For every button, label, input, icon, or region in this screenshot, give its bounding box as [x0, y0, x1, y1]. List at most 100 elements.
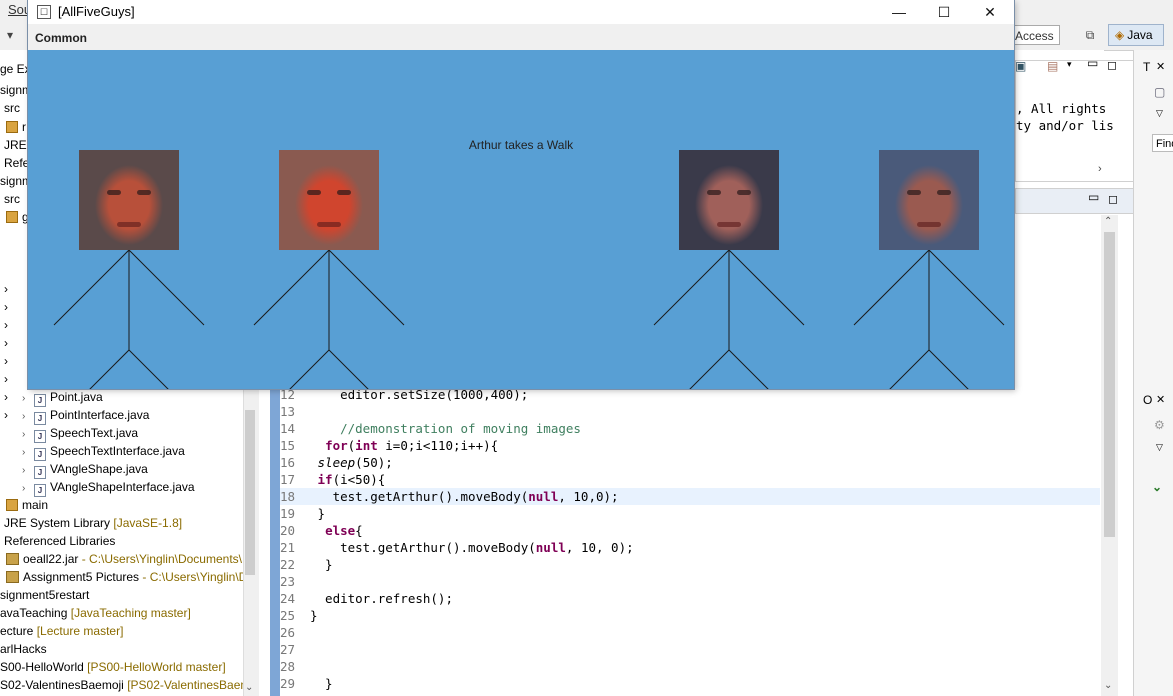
tree-item[interactable]: g	[4, 208, 29, 226]
code-line[interactable]: 28	[280, 658, 310, 675]
chevron-right-icon[interactable]: ›	[4, 352, 8, 370]
chevron-down-icon[interactable]: ▾	[1067, 59, 1072, 70]
close-icon[interactable]: ✕	[1156, 60, 1165, 73]
tree-item[interactable]: › J SpeechText.java	[22, 424, 138, 443]
code-line[interactable]: 29 }	[280, 675, 333, 692]
tree-item[interactable]: oeall22.jar - C:\Users\Yinglin\Documents…	[4, 550, 242, 568]
tree-item[interactable]: r	[4, 118, 26, 136]
stick-right-leg	[128, 349, 169, 389]
scroll-down-icon[interactable]: ⌄	[1104, 680, 1112, 691]
line-number: 19	[280, 506, 296, 521]
package-icon	[6, 499, 18, 511]
line-number: 25	[280, 608, 296, 623]
scroll-down-icon[interactable]: ⌄	[245, 682, 253, 693]
outline-icon[interactable]: ⚙	[1154, 418, 1165, 432]
tree-item[interactable]: S02-ValentinesBaemoji [PS02-ValentinesBa…	[0, 676, 250, 694]
quick-access-field[interactable]: Access	[1010, 25, 1060, 45]
code-line[interactable]: 17 if(i<50){	[280, 471, 385, 488]
open-perspective-icon[interactable]: ⧉	[1080, 24, 1100, 46]
minimize-view-icon[interactable]: ▭	[1088, 190, 1099, 204]
scroll-up-icon[interactable]: ⌃	[1104, 216, 1112, 227]
tree-item[interactable]: src	[4, 99, 20, 117]
chevron-right-icon[interactable]: ›	[4, 298, 8, 316]
chevron-right-icon[interactable]: ›	[4, 280, 8, 298]
chevron-right-icon[interactable]: ›	[4, 388, 8, 406]
code-line[interactable]: 18 test.getArthur().moveBody(null, 10,0)…	[280, 488, 1100, 505]
tree-item[interactable]: › J SpeechTextInterface.java	[22, 442, 185, 461]
line-number: 22	[280, 557, 296, 572]
code-line[interactable]: 19 }	[280, 505, 325, 522]
close-icon[interactable]: ✕	[1156, 393, 1165, 406]
stick-left-leg	[289, 349, 330, 389]
code-line[interactable]: 27	[280, 641, 310, 658]
tree-item[interactable]: › J Point.java	[22, 388, 103, 407]
chevron-right-icon[interactable]: ›	[4, 406, 8, 424]
view-menu-icon[interactable]: ▣	[1015, 59, 1026, 73]
close-button[interactable]: ✕	[967, 0, 1013, 24]
tree-item[interactable]: JRE System Library [JavaSE-1.8]	[4, 514, 182, 532]
code-line[interactable]: 24 editor.refresh();	[280, 590, 453, 607]
chevron-right-icon[interactable]: ›	[4, 370, 8, 388]
minimize-button[interactable]: —	[876, 0, 922, 24]
new-icon[interactable]: ▤	[1047, 59, 1058, 73]
tree-item[interactable]: › J PointInterface.java	[22, 406, 149, 425]
code-line[interactable]: 16 sleep(50);	[280, 454, 393, 471]
tree-item-label: VAngleShape.java	[50, 462, 148, 476]
code-line[interactable]: 20 else{	[280, 522, 363, 539]
tree-item-label: S00-HelloWorld	[0, 660, 84, 674]
minimize-view-icon[interactable]: ▭	[1087, 56, 1098, 70]
task-icon[interactable]: ▢	[1154, 85, 1165, 99]
chevron-right-icon[interactable]: ›	[4, 316, 8, 334]
copyright-line-2: ty and/or lis	[1016, 118, 1114, 133]
tree-item[interactable]: main	[4, 496, 48, 514]
find-field[interactable]: Find	[1152, 134, 1173, 152]
tab-o[interactable]: O	[1143, 393, 1152, 407]
code-line[interactable]: 21 test.getArthur().moveBody(null, 10, 0…	[280, 539, 634, 556]
dropdown-arrow-icon[interactable]: ▾	[0, 24, 20, 46]
tree-item[interactable]: S00-HelloWorld [PS00-HelloWorld master]	[0, 658, 226, 676]
stick-right-leg	[928, 349, 969, 389]
tree-item[interactable]: ecture [Lecture master]	[0, 622, 123, 640]
tree-item[interactable]: arlHacks	[0, 640, 47, 658]
tree-item[interactable]: Assignment5 Pictures - C:\Users\Yinglin\…	[4, 568, 247, 586]
tree-item[interactable]: Refe	[4, 154, 29, 172]
jar-icon	[6, 553, 19, 565]
java-perspective-icon: ◈	[1115, 28, 1125, 42]
maximize-view-icon[interactable]: ◻	[1107, 58, 1117, 72]
stick-left-arm	[653, 249, 730, 326]
code-text: editor.refresh();	[310, 591, 453, 606]
maximize-button[interactable]: ☐	[921, 0, 967, 24]
code-line[interactable]: 22 }	[280, 556, 333, 573]
scroll-right-icon[interactable]: ›	[1098, 163, 1102, 175]
chevron-down-icon[interactable]: ⌄	[1152, 480, 1162, 494]
upper-right-view: , All rights ty and/or lis ›	[1015, 60, 1135, 182]
code-line[interactable]: 15 for(int i=0;i<110;i++){	[280, 437, 498, 454]
code-line[interactable]: 25}	[280, 607, 318, 624]
code-line[interactable]: 13	[280, 403, 310, 420]
tree-item[interactable]: › J VAngleShape.java	[22, 460, 148, 479]
code-text: }	[310, 506, 326, 521]
explorer-scroll-thumb[interactable]	[245, 410, 255, 575]
tree-item[interactable]: › J VAngleShapeInterface.java	[22, 478, 195, 497]
line-number: 13	[280, 404, 296, 419]
stick-right-arm	[128, 249, 205, 326]
menu-common[interactable]: Common	[35, 31, 87, 45]
editor-scroll-thumb[interactable]	[1104, 232, 1115, 537]
java-perspective-button[interactable]: ◈ Java	[1108, 24, 1164, 46]
maximize-view-icon[interactable]: ◻	[1108, 192, 1118, 206]
code-line[interactable]: 14 //demonstration of moving images	[280, 420, 581, 437]
code-line[interactable]: 26	[280, 624, 310, 641]
tree-item[interactable]: signment5restart	[0, 586, 89, 604]
tree-item[interactable]: avaTeaching [JavaTeaching master]	[0, 604, 191, 622]
tree-item-label: Assignment5 Pictures	[23, 570, 140, 584]
tab-t[interactable]: T	[1143, 60, 1150, 74]
chevron-down-icon[interactable]: ▽	[1156, 442, 1163, 453]
chevron-down-icon[interactable]: ▽	[1156, 108, 1163, 119]
code-line[interactable]: 23	[280, 573, 310, 590]
tree-item[interactable]: src	[4, 190, 20, 208]
allfiveguys-window[interactable]: ☐ [AllFiveGuys] — ☐ ✕ Common Arthur take…	[28, 0, 1014, 389]
tree-item[interactable]: Referenced Libraries	[4, 532, 115, 550]
chevron-right-icon[interactable]: ›	[4, 334, 8, 352]
line-number: 21	[280, 540, 296, 555]
window-titlebar[interactable]: ☐ [AllFiveGuys] — ☐ ✕	[28, 0, 1014, 24]
